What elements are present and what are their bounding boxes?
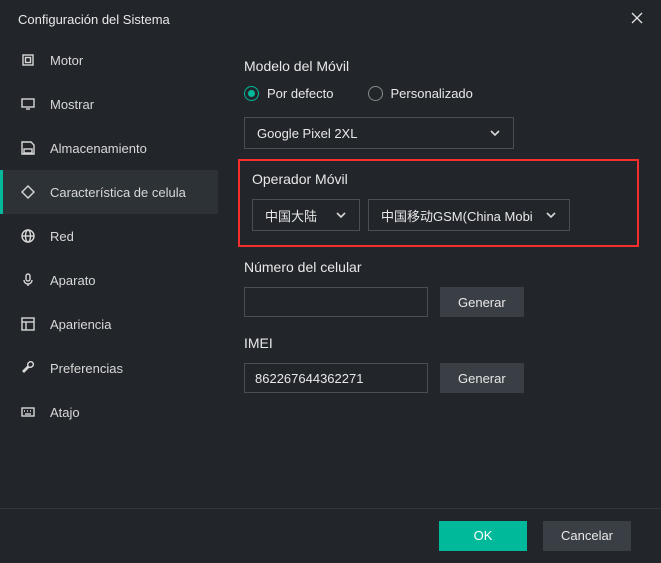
sidebar-item-shortcut[interactable]: Atajo xyxy=(0,390,218,434)
ok-button[interactable]: OK xyxy=(439,521,527,551)
sidebar-item-preferences[interactable]: Preferencias xyxy=(0,346,218,390)
model-label: Modelo del Móvil xyxy=(244,58,635,74)
save-icon xyxy=(20,140,36,156)
sidebar: Motor Mostrar Almacenamiento Característ… xyxy=(0,38,218,508)
microphone-icon xyxy=(20,272,36,288)
sidebar-item-label: Almacenamiento xyxy=(50,141,147,156)
phone-input[interactable] xyxy=(244,287,428,317)
display-icon xyxy=(20,96,36,112)
operator-region-dropdown[interactable]: 中国大陆 xyxy=(252,199,360,231)
model-dropdown-value: Google Pixel 2XL xyxy=(257,126,357,141)
phone-label: Número del celular xyxy=(244,259,635,275)
sidebar-item-label: Preferencias xyxy=(50,361,123,376)
operator-carrier-value: 中国移动GSM(China Mobi xyxy=(381,206,533,225)
sidebar-item-motor[interactable]: Motor xyxy=(0,38,218,82)
model-radio-group: Por defecto Personalizado xyxy=(244,86,635,101)
sidebar-item-label: Aparato xyxy=(50,273,96,288)
cancel-button[interactable]: Cancelar xyxy=(543,521,631,551)
sidebar-item-display[interactable]: Mostrar xyxy=(0,82,218,126)
tag-icon xyxy=(20,184,36,200)
sidebar-item-label: Característica de celula xyxy=(50,185,186,200)
sidebar-item-device[interactable]: Aparato xyxy=(0,258,218,302)
sidebar-item-label: Apariencia xyxy=(50,317,111,332)
globe-icon xyxy=(20,228,36,244)
close-icon xyxy=(631,12,643,27)
imei-input[interactable] xyxy=(244,363,428,393)
operator-highlight-box: Operador Móvil 中国大陆 中国移动GSM(China Mobi xyxy=(238,159,639,247)
cpu-icon xyxy=(20,52,36,68)
sidebar-item-storage[interactable]: Almacenamiento xyxy=(0,126,218,170)
chevron-down-icon xyxy=(335,209,347,221)
model-dropdown[interactable]: Google Pixel 2XL xyxy=(244,117,514,149)
close-button[interactable] xyxy=(627,9,647,29)
radio-icon xyxy=(244,86,259,101)
layout-icon xyxy=(20,316,36,332)
radio-default[interactable]: Por defecto xyxy=(244,86,334,101)
sidebar-item-cell[interactable]: Característica de celula xyxy=(0,170,218,214)
radio-custom-label: Personalizado xyxy=(391,86,473,101)
keyboard-icon xyxy=(20,404,36,420)
sidebar-item-appearance[interactable]: Apariencia xyxy=(0,302,218,346)
sidebar-item-label: Red xyxy=(50,229,74,244)
operator-carrier-dropdown[interactable]: 中国移动GSM(China Mobi xyxy=(368,199,570,231)
operator-row: 中国大陆 中国移动GSM(China Mobi xyxy=(252,199,625,231)
radio-custom[interactable]: Personalizado xyxy=(368,86,473,101)
generate-imei-button[interactable]: Generar xyxy=(440,363,524,393)
radio-default-label: Por defecto xyxy=(267,86,334,101)
footer: OK Cancelar xyxy=(0,508,661,562)
phone-row: Generar xyxy=(244,287,635,317)
imei-label: IMEI xyxy=(244,335,635,351)
chevron-down-icon xyxy=(489,127,501,139)
content-panel: Modelo del Móvil Por defecto Personaliza… xyxy=(218,38,661,508)
main-area: Motor Mostrar Almacenamiento Característ… xyxy=(0,38,661,508)
sidebar-item-label: Mostrar xyxy=(50,97,94,112)
imei-row: Generar xyxy=(244,363,635,393)
operator-region-value: 中国大陆 xyxy=(265,206,317,225)
radio-icon xyxy=(368,86,383,101)
sidebar-item-label: Atajo xyxy=(50,405,80,420)
chevron-down-icon xyxy=(545,209,557,221)
sidebar-item-label: Motor xyxy=(50,53,83,68)
titlebar: Configuración del Sistema xyxy=(0,0,661,38)
sidebar-item-network[interactable]: Red xyxy=(0,214,218,258)
operator-label: Operador Móvil xyxy=(252,171,625,187)
window-title: Configuración del Sistema xyxy=(18,12,170,27)
wrench-icon xyxy=(20,360,36,376)
generate-phone-button[interactable]: Generar xyxy=(440,287,524,317)
